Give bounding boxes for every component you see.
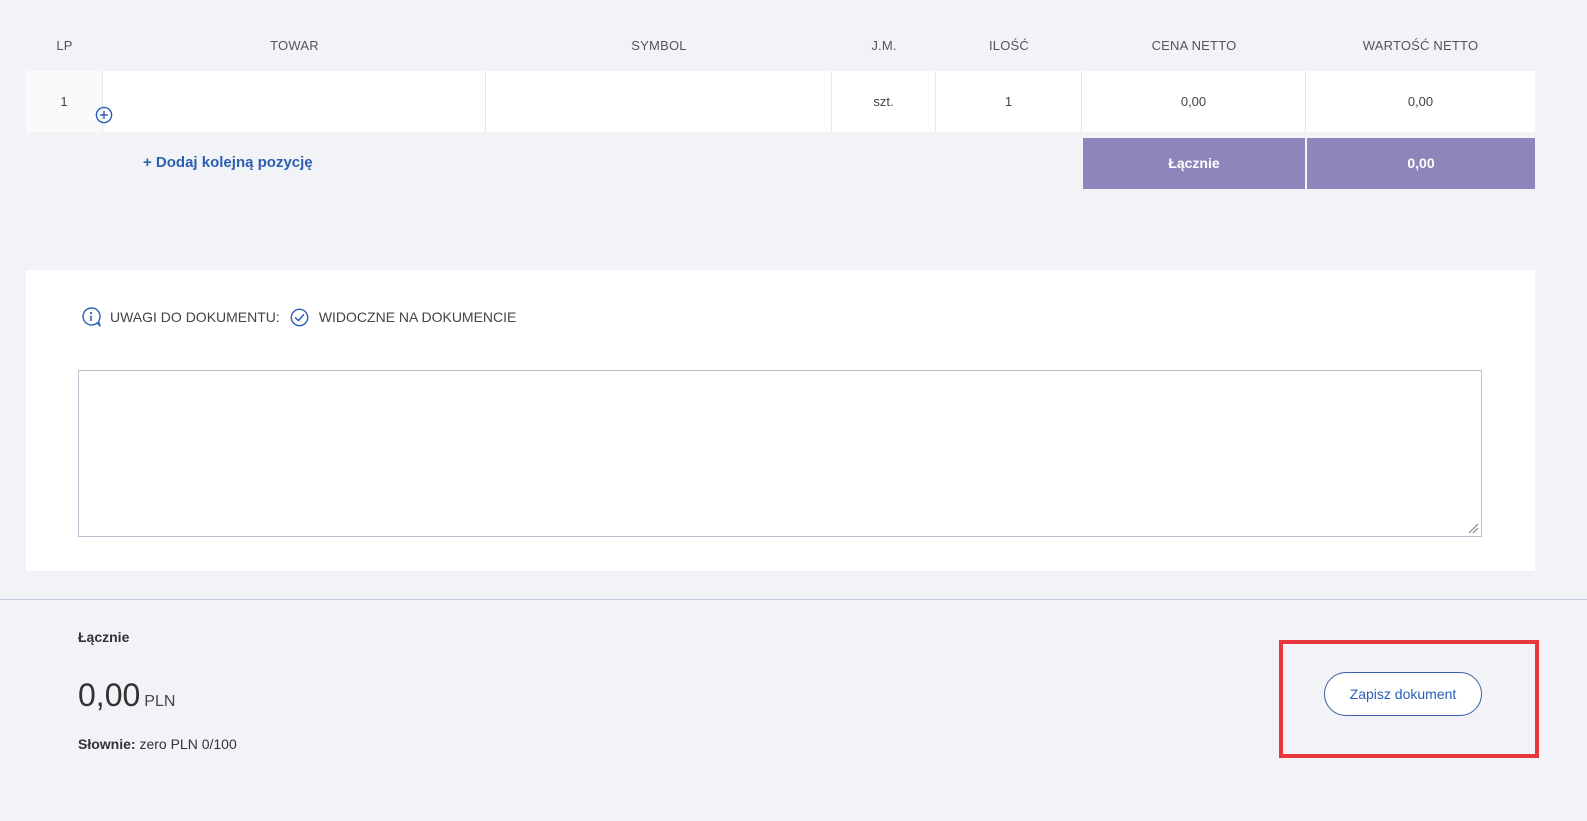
cell-symbol[interactable] <box>486 71 832 132</box>
table-row: 1 szt. 1 0,00 0,00 <box>26 71 1535 132</box>
header-ilosc: ILOŚĆ <box>988 38 1029 53</box>
cell-towar[interactable] <box>103 71 486 132</box>
resize-handle-icon[interactable] <box>1467 522 1479 534</box>
cena-netto-value: 0,00 <box>1180 94 1207 109</box>
wartosc-netto-value: 0,00 <box>1407 94 1434 109</box>
words-label: Słownie: <box>78 736 136 752</box>
check-circle-icon[interactable] <box>290 308 309 327</box>
words-value: zero PLN 0/100 <box>139 736 237 752</box>
notes-textarea[interactable] <box>78 370 1482 537</box>
total-amount-value: 0,00 <box>78 677 141 713</box>
row-number: 1 <box>60 94 68 109</box>
cell-wartosc-netto: 0,00 <box>1306 71 1535 132</box>
cell-cena-netto[interactable]: 0,00 <box>1082 71 1306 132</box>
cell-lp: 1 <box>26 71 103 132</box>
visibility-label: WIDOCZNE NA DOKUMENCIE <box>318 309 517 325</box>
amount-in-words: Słownie: zero PLN 0/100 <box>78 736 237 752</box>
table-sum-label: Łącznie <box>1083 138 1305 189</box>
header-cena-netto: CENA NETTO <box>1151 38 1237 53</box>
total-currency: PLN <box>144 693 176 710</box>
plus-circle-icon[interactable] <box>95 106 113 124</box>
save-document-button[interactable]: Zapisz dokument <box>1324 672 1482 716</box>
add-position-link[interactable]: + Dodaj kolejną pozycję <box>143 154 313 171</box>
table-header: LP TOWAR SYMBOL J.M. ILOŚĆ CENA NETTO WA… <box>26 0 1535 70</box>
info-bubble-icon <box>82 307 101 327</box>
header-towar: TOWAR <box>270 38 319 53</box>
towar-value <box>103 71 485 132</box>
jm-value: szt. <box>873 94 894 109</box>
header-lp: LP <box>56 38 73 53</box>
table-sum-value: 0,00 <box>1307 138 1535 189</box>
ilosc-value: 1 <box>1004 94 1013 109</box>
notes-label: UWAGI DO DOKUMENTU: <box>110 309 280 325</box>
notes-panel: UWAGI DO DOKUMENTU: WIDOCZNE NA DOKUMENC… <box>26 270 1535 571</box>
header-wartosc-netto: WARTOŚĆ NETTO <box>1362 38 1479 53</box>
total-label: Łącznie <box>78 629 130 645</box>
cell-jm[interactable]: szt. <box>832 71 936 132</box>
symbol-value <box>486 71 831 132</box>
header-symbol: SYMBOL <box>631 38 687 53</box>
footer-divider <box>0 599 1587 600</box>
notes-header: UWAGI DO DOKUMENTU: WIDOCZNE NA DOKUMENC… <box>80 306 516 328</box>
header-jm: J.M. <box>871 38 897 53</box>
cell-ilosc[interactable]: 1 <box>936 71 1082 132</box>
total-amount: 0,00 PLN <box>78 677 175 714</box>
